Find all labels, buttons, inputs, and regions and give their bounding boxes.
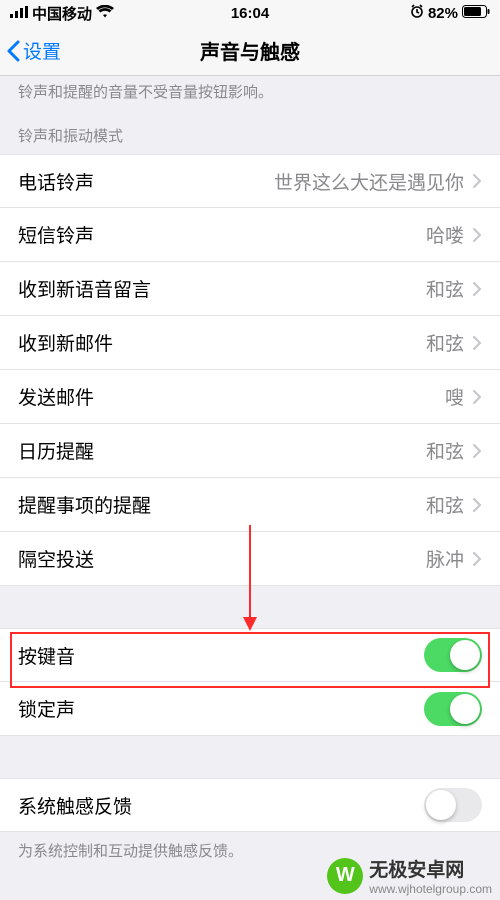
nav-bar: 设置 声音与触感	[0, 26, 500, 76]
chevron-left-icon	[6, 40, 21, 62]
carrier-label: 中国移动	[32, 3, 92, 24]
row-label: 提醒事项的提醒	[18, 491, 151, 518]
status-bar: 中国移动 16:04 82%	[0, 0, 500, 26]
row-value: 脉冲	[426, 545, 464, 572]
row-label: 电话铃声	[18, 168, 94, 195]
back-label: 设置	[23, 37, 61, 64]
chevron-right-icon	[472, 173, 482, 189]
row-label: 锁定声	[18, 695, 75, 722]
battery-icon	[462, 5, 490, 22]
sound-row[interactable]: 收到新邮件 和弦	[0, 316, 500, 370]
row-value: 和弦	[426, 275, 464, 302]
sound-row[interactable]: 收到新语音留言 和弦	[0, 262, 500, 316]
row-value: 和弦	[426, 437, 464, 464]
row-label: 发送邮件	[18, 383, 94, 410]
previous-section-footer: 铃声和提醒的音量不受音量按钮影响。	[0, 76, 500, 113]
sounds-list: 电话铃声世界这么大还是遇见你短信铃声哈喽收到新语音留言和弦收到新邮件和弦发送邮件…	[0, 154, 500, 586]
toggle-row: 按键音	[0, 628, 500, 682]
sound-row[interactable]: 短信铃声 哈喽	[0, 208, 500, 262]
row-label: 按键音	[18, 642, 75, 669]
toggle-switch[interactable]	[424, 788, 482, 822]
sound-row[interactable]: 提醒事项的提醒 和弦	[0, 478, 500, 532]
watermark-url: www.wjhotelgroup.com	[369, 882, 492, 896]
toggle-row: 锁定声	[0, 682, 500, 736]
sound-row[interactable]: 电话铃声 世界这么大还是遇见你	[0, 154, 500, 208]
chevron-right-icon	[472, 497, 482, 513]
row-value: 和弦	[426, 491, 464, 518]
row-label: 收到新邮件	[18, 329, 113, 356]
battery-percent: 82%	[428, 5, 458, 22]
section-header-sounds: 铃声和振动模式	[0, 113, 500, 154]
chevron-right-icon	[472, 335, 482, 351]
page-title: 声音与触感	[200, 36, 300, 65]
toggle-row: 系统触感反馈	[0, 778, 500, 832]
chevron-right-icon	[472, 443, 482, 459]
toggle-switch[interactable]	[424, 692, 482, 726]
chevron-right-icon	[472, 281, 482, 297]
chevron-right-icon	[472, 389, 482, 405]
wifi-icon	[96, 5, 114, 22]
clock: 16:04	[231, 5, 269, 22]
haptic-list: 系统触感反馈	[0, 778, 500, 832]
sound-row[interactable]: 日历提醒 和弦	[0, 424, 500, 478]
row-value: 哈喽	[426, 221, 464, 248]
row-value: 和弦	[426, 329, 464, 356]
row-value: 嗖	[445, 383, 464, 410]
row-label: 日历提醒	[18, 437, 94, 464]
toggle-switch[interactable]	[424, 638, 482, 672]
chevron-right-icon	[472, 227, 482, 243]
back-button[interactable]: 设置	[0, 37, 61, 64]
row-value: 世界这么大还是遇见你	[274, 168, 464, 195]
alarm-icon	[410, 4, 424, 22]
signal-icon	[10, 5, 28, 22]
watermark: W 无极安卓网 www.wjhotelgroup.com	[327, 855, 492, 896]
row-label: 隔空投送	[18, 545, 94, 572]
row-label: 系统触感反馈	[18, 792, 132, 819]
chevron-right-icon	[472, 551, 482, 567]
watermark-logo-icon: W	[327, 858, 363, 894]
sound-row[interactable]: 隔空投送 脉冲	[0, 532, 500, 586]
row-label: 短信铃声	[18, 221, 94, 248]
row-label: 收到新语音留言	[18, 275, 151, 302]
sound-row[interactable]: 发送邮件 嗖	[0, 370, 500, 424]
watermark-brand: 无极安卓网	[369, 855, 492, 882]
switch-list: 按键音锁定声	[0, 628, 500, 736]
